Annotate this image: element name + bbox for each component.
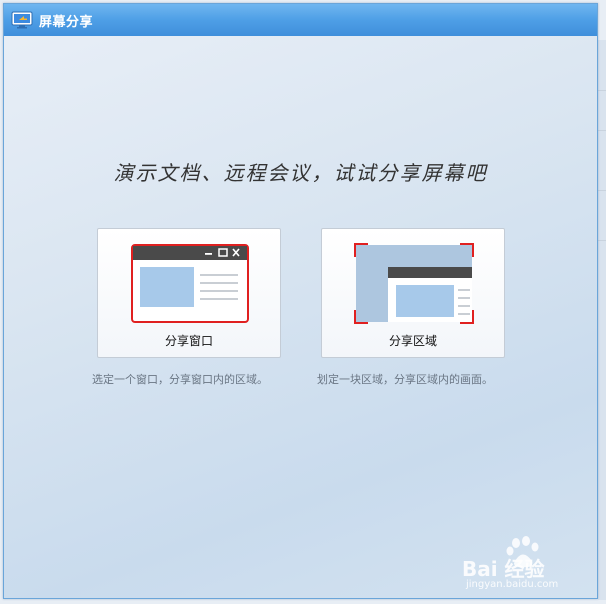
share-region-label: 分享区域 (388, 334, 437, 348)
window-title: 屏幕分享 (39, 14, 94, 30)
screen-share-dialog: 屏幕分享 演示文档、远程会议，试试分享屏幕吧 分享窗口 分享区域 选定一个窗口，… (3, 3, 598, 599)
monitor-icon (11, 11, 33, 29)
title-bar[interactable]: 屏幕分享 (4, 4, 597, 36)
share-region-icon (354, 243, 474, 324)
watermark-brand: Bai 经验 (462, 557, 545, 581)
watermark-url: jingyan.baidu.com (466, 579, 559, 590)
background-app-strip (598, 40, 606, 600)
headline: 演示文档、远程会议，试试分享屏幕吧 (113, 161, 488, 185)
share-window-label: 分享窗口 (164, 334, 213, 348)
share-window-icon (131, 244, 249, 323)
share-window-button[interactable]: 分享窗口 (97, 228, 281, 358)
share-region-description: 划定一块区域，分享区域内的画面。 (317, 373, 493, 386)
baidu-watermark: Bai 经验 jingyan.baidu.com (462, 535, 582, 595)
share-window-description: 选定一个窗口，分享窗口内的区域。 (92, 373, 268, 386)
share-region-button[interactable]: 分享区域 (321, 228, 505, 358)
